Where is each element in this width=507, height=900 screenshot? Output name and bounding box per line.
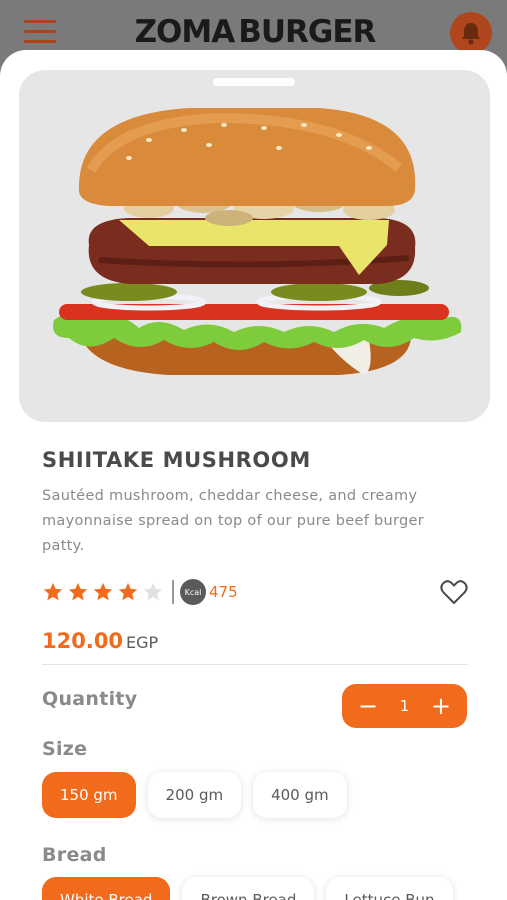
price-value: 120.00 [42,629,124,653]
bread-option[interactable]: Brown Bread [182,877,315,900]
kcal-icon: Kcal [180,579,206,605]
product-description: Sautéed mushroom, cheddar cheese, and cr… [42,488,425,554]
size-option[interactable]: 400 gm [253,772,347,818]
star-filled-icon [43,582,63,601]
bread-options: White Bread Brown Bread Lettuce Bun [42,877,453,900]
section-divider [42,664,468,665]
product-bottom-sheet: SHIITAKE MUSHROOM Sautéed mushroom, ched… [0,50,507,900]
product-title: SHIITAKE MUSHROOM [42,448,311,472]
rating-divider [172,580,174,604]
star-rating [42,581,164,603]
quantity-value: 1 [399,697,410,715]
sheet-grab-handle[interactable] [213,78,295,86]
price-currency: EGP [126,633,159,652]
notification-bell-icon[interactable] [450,12,492,54]
logo-text-right: BURGER [238,14,376,50]
bread-option[interactable]: Lettuce Bun [326,877,453,900]
star-filled-icon [93,582,113,601]
logo-text-left: ZOMA [134,14,236,50]
star-empty-icon [143,582,163,601]
size-option[interactable]: 150 gm [42,772,136,818]
size-label: Size [42,738,88,760]
quantity-label: Quantity [42,688,138,710]
quantity-stepper: − 1 + [342,684,467,728]
size-option[interactable]: 200 gm [147,772,242,818]
star-filled-icon [118,582,138,601]
bread-option[interactable]: White Bread [42,877,171,900]
star-filled-icon [68,582,88,601]
decrease-quantity-button[interactable]: − [358,694,378,718]
brand-logo: ZOMA BURGER [135,12,377,52]
menu-icon[interactable] [24,20,56,44]
bread-label: Bread [42,844,107,866]
size-options: 150 gm 200 gm 400 gm [42,772,347,818]
rating-row: Kcal 475 [42,578,472,606]
favorite-heart-icon[interactable] [440,579,468,605]
product-image [19,70,490,422]
price-row: 120.00 EGP [42,629,158,653]
kcal-value: 475 [209,583,238,601]
increase-quantity-button[interactable]: + [431,694,451,718]
